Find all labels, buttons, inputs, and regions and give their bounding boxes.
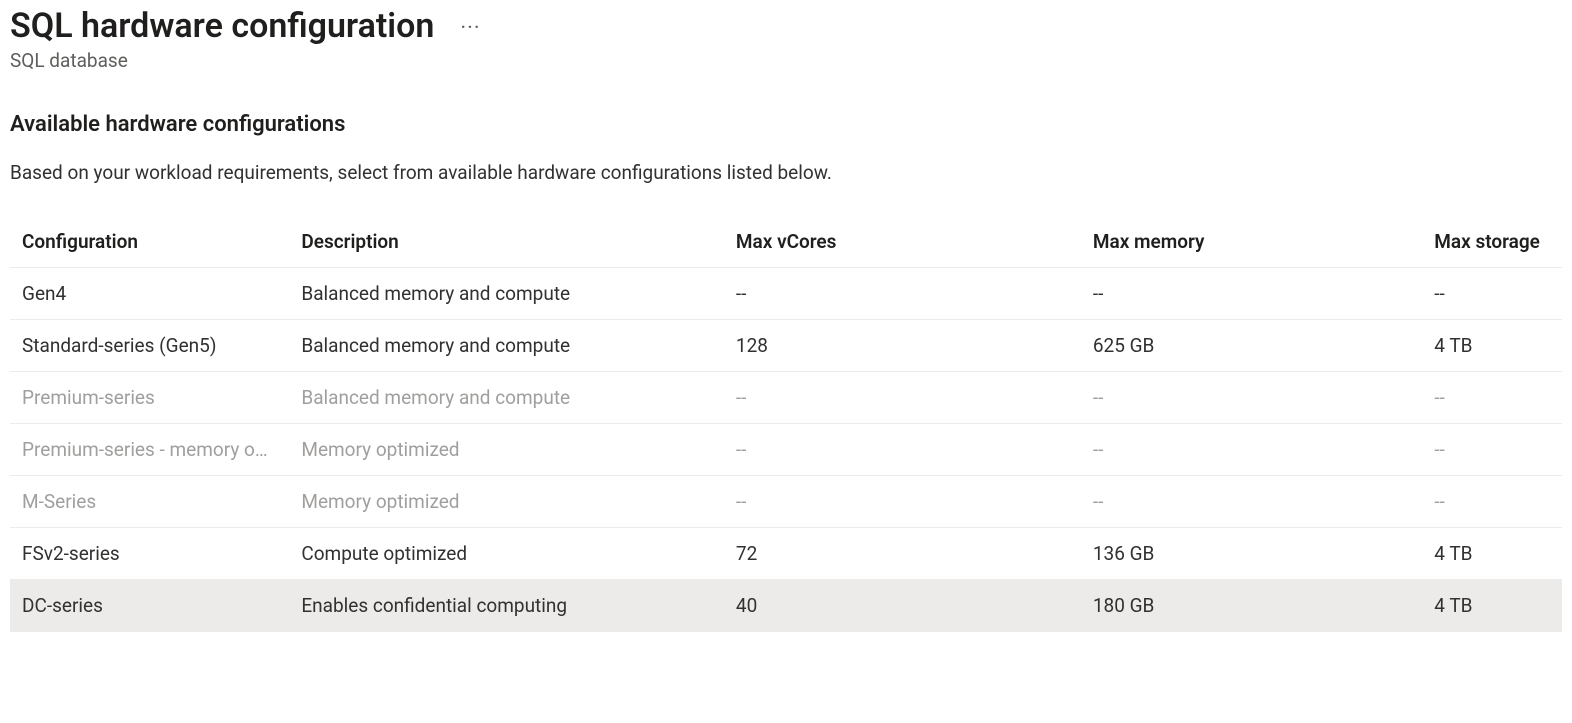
- table-row[interactable]: Premium-seriesBalanced memory and comput…: [10, 371, 1562, 423]
- cell-max-vcores: --: [724, 475, 1081, 527]
- hardware-config-table: Configuration Description Max vCores Max…: [10, 220, 1562, 632]
- cell-configuration: Premium-series: [10, 371, 289, 423]
- cell-max-storage: 4 TB: [1422, 527, 1562, 579]
- cell-description: Memory optimized: [289, 475, 724, 527]
- cell-max-vcores: --: [724, 371, 1081, 423]
- cell-configuration: DC-series: [10, 579, 289, 631]
- cell-max-storage: --: [1422, 423, 1562, 475]
- cell-max-storage: --: [1422, 267, 1562, 319]
- cell-max-memory: --: [1081, 371, 1422, 423]
- cell-configuration: Gen4: [10, 267, 289, 319]
- cell-configuration: FSv2-series: [10, 527, 289, 579]
- more-actions-button[interactable]: ···: [454, 16, 486, 42]
- cell-max-memory: --: [1081, 475, 1422, 527]
- cell-max-vcores: 40: [724, 579, 1081, 631]
- cell-max-vcores: 72: [724, 527, 1081, 579]
- cell-max-storage: --: [1422, 371, 1562, 423]
- cell-description: Memory optimized: [289, 423, 724, 475]
- table-row[interactable]: FSv2-seriesCompute optimized72136 GB4 TB: [10, 527, 1562, 579]
- cell-max-memory: --: [1081, 267, 1422, 319]
- cell-description: Balanced memory and compute: [289, 267, 724, 319]
- page-subtitle: SQL database: [10, 49, 1562, 72]
- cell-configuration: Premium-series - memory optimized: [10, 423, 289, 475]
- cell-max-vcores: --: [724, 267, 1081, 319]
- cell-description: Compute optimized: [289, 527, 724, 579]
- cell-max-memory: 180 GB: [1081, 579, 1422, 631]
- section-description: Based on your workload requirements, sel…: [10, 161, 1562, 184]
- cell-description: Enables confidential computing: [289, 579, 724, 631]
- table-row[interactable]: Gen4Balanced memory and compute------: [10, 267, 1562, 319]
- cell-max-storage: 4 TB: [1422, 579, 1562, 631]
- cell-description: Balanced memory and compute: [289, 371, 724, 423]
- section-heading: Available hardware configurations: [10, 112, 1562, 137]
- table-row[interactable]: DC-seriesEnables confidential computing4…: [10, 579, 1562, 631]
- cell-configuration: M-Series: [10, 475, 289, 527]
- cell-max-vcores: --: [724, 423, 1081, 475]
- table-row[interactable]: M-SeriesMemory optimized------: [10, 475, 1562, 527]
- col-header-description[interactable]: Description: [289, 220, 724, 268]
- col-header-max-vcores[interactable]: Max vCores: [724, 220, 1081, 268]
- cell-max-memory: 136 GB: [1081, 527, 1422, 579]
- cell-max-vcores: 128: [724, 319, 1081, 371]
- cell-max-memory: --: [1081, 423, 1422, 475]
- cell-max-storage: --: [1422, 475, 1562, 527]
- cell-max-storage: 4 TB: [1422, 319, 1562, 371]
- col-header-max-storage[interactable]: Max storage: [1422, 220, 1562, 268]
- cell-max-memory: 625 GB: [1081, 319, 1422, 371]
- col-header-configuration[interactable]: Configuration: [10, 220, 289, 268]
- cell-description: Balanced memory and compute: [289, 319, 724, 371]
- table-row[interactable]: Premium-series - memory optimizedMemory …: [10, 423, 1562, 475]
- page-title: SQL hardware configuration: [10, 6, 434, 47]
- cell-configuration: Standard-series (Gen5): [10, 319, 289, 371]
- col-header-max-memory[interactable]: Max memory: [1081, 220, 1422, 268]
- table-row[interactable]: Standard-series (Gen5)Balanced memory an…: [10, 319, 1562, 371]
